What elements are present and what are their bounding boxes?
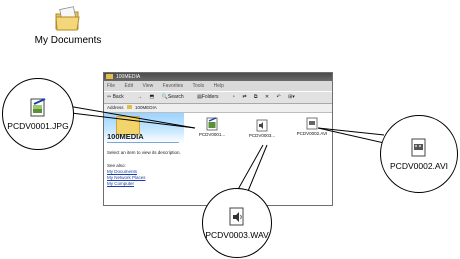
callout-avi-label: PCDV0002.AVI bbox=[390, 160, 448, 171]
callout-avi: PCDV0002.AVI bbox=[380, 115, 458, 193]
image-file-icon bbox=[30, 97, 45, 116]
callout-jpg: PCDV0001.JPG bbox=[2, 78, 74, 150]
callout-wav: PCDV0003.WAV bbox=[202, 188, 272, 258]
video-file-icon bbox=[411, 138, 425, 156]
callout-wav-label: PCDV0003.WAV bbox=[205, 229, 269, 240]
audio-file-icon bbox=[229, 207, 243, 225]
callout-jpg-label: PCDV0001.JPG bbox=[7, 120, 69, 131]
